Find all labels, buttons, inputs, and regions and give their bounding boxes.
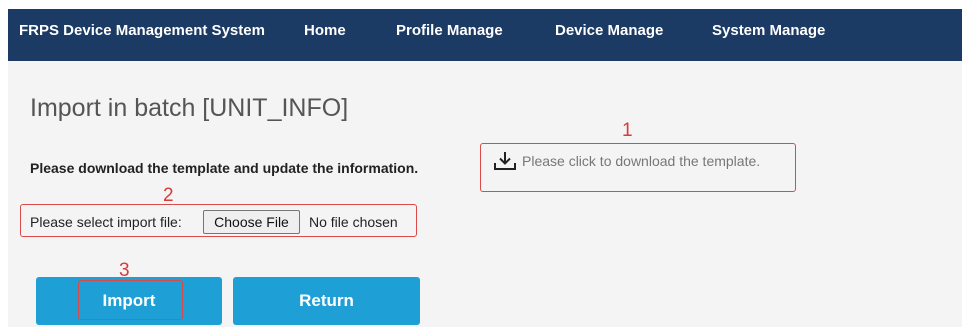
download-link-label: Please click to download the template. — [522, 153, 761, 169]
file-status-text: No file chosen — [309, 214, 398, 230]
page-title: Import in batch [UNIT_INFO] — [30, 94, 349, 122]
app-title: FRPS Device Management System — [19, 22, 265, 39]
nav-profile-manage[interactable]: Profile Manage — [396, 9, 503, 61]
import-file-label: Please select import file: — [30, 214, 182, 230]
annotation-number-3: 3 — [119, 260, 130, 281]
annotation-box-3 — [78, 280, 183, 320]
return-button[interactable]: Return — [233, 277, 420, 325]
nav-device-manage[interactable]: Device Manage — [555, 9, 663, 61]
download-template-link[interactable]: Please click to download the template. — [492, 150, 760, 172]
choose-file-button[interactable]: Choose File — [203, 210, 300, 234]
nav-system-manage[interactable]: System Manage — [712, 9, 825, 61]
nav-home[interactable]: Home — [304, 9, 346, 61]
annotation-number-1: 1 — [622, 120, 633, 141]
download-icon — [494, 152, 516, 170]
annotation-number-2: 2 — [163, 185, 174, 206]
instruction-text: Please download the template and update … — [30, 160, 419, 176]
top-navbar: FRPS Device Management System Home Profi… — [8, 9, 962, 61]
